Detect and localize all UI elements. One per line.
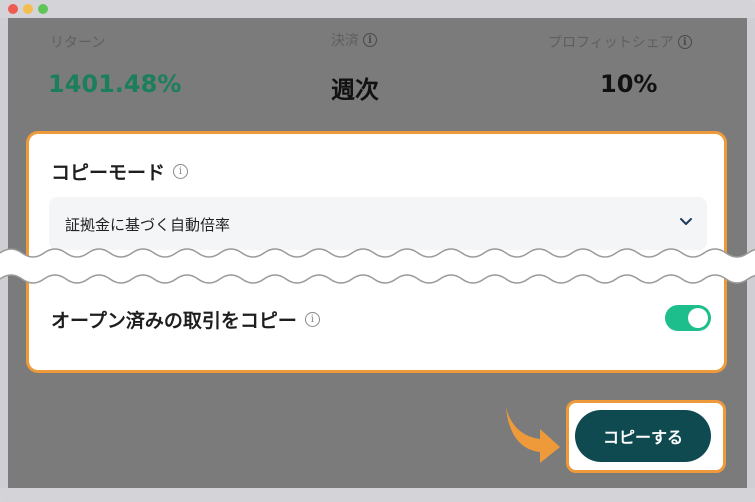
wavy-cut-divider — [0, 248, 755, 284]
profit-share-info-icon[interactable]: i — [677, 35, 692, 49]
pointer-arrow-icon — [506, 407, 560, 463]
app-window: リターン 1401.48% 決済 i 週次 プロフィットシェア i 10% コピ… — [0, 0, 755, 502]
maximize-window-button[interactable] — [38, 4, 48, 14]
return-value: 1401.48% — [48, 70, 182, 98]
close-window-button[interactable] — [8, 4, 18, 14]
toggle-knob — [688, 308, 708, 328]
chevron-down-icon — [680, 218, 692, 225]
copy-mode-info-icon[interactable]: i — [173, 164, 189, 179]
copy-button[interactable]: コピーする — [575, 410, 711, 462]
profit-share-label: プロフィットシェア i — [548, 32, 692, 52]
settlement-value: 週次 — [331, 76, 379, 104]
title-bar — [0, 0, 755, 18]
return-label: リターン — [50, 35, 106, 51]
copy-mode-title: コピーモード i — [51, 158, 189, 185]
copy-mode-selected-value: 証拠金に基づく自動倍率 — [65, 216, 231, 234]
copy-open-trades-toggle[interactable] — [665, 305, 711, 331]
copy-button-highlight: コピーする — [566, 400, 726, 473]
minimize-window-button[interactable] — [23, 4, 33, 14]
copy-open-trades-label: オープン済みの取引をコピー i — [51, 306, 320, 333]
settlement-label: 決済 i — [331, 30, 377, 50]
settlement-info-icon[interactable]: i — [363, 33, 377, 47]
profit-share-value: 10% — [600, 70, 658, 98]
window-bottom-edge — [0, 488, 755, 502]
open-trades-info-icon[interactable]: i — [304, 312, 320, 327]
